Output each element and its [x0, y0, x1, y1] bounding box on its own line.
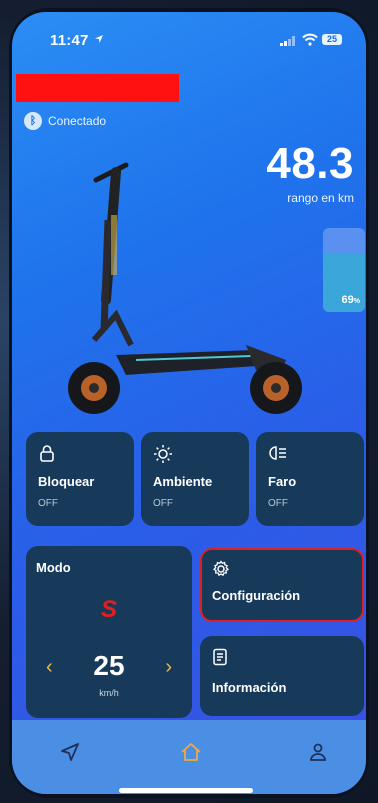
- headlight-title: Faro: [268, 474, 297, 489]
- info-label: Información: [212, 680, 287, 695]
- ambient-status: OFF: [153, 498, 173, 509]
- mode-title: Modo: [36, 560, 71, 575]
- background: 11:47 25 ᛒ Conectado 48.3 rango en km 69…: [0, 0, 378, 803]
- mode-card: Modo S ‹ 25 › km/h: [26, 546, 192, 718]
- headlight-icon: [269, 446, 286, 460]
- settings-label: Configuración: [212, 588, 301, 603]
- ambient-title: Ambiente: [153, 474, 213, 489]
- ambient-toggle[interactable]: Ambiente OFF: [141, 432, 249, 526]
- bluetooth-icon: ᛒ: [24, 112, 42, 130]
- gear-icon: [212, 560, 230, 577]
- info-button[interactable]: Información: [200, 636, 364, 716]
- mode-value[interactable]: S: [26, 596, 192, 624]
- redaction-bar: [16, 74, 179, 102]
- bottom-nav: [12, 720, 366, 794]
- lock-icon: [40, 445, 54, 462]
- navigation-icon[interactable]: [60, 742, 80, 762]
- battery-label: 69%: [341, 294, 360, 306]
- home-indicator[interactable]: [119, 788, 253, 793]
- status-bar: 11:47 25: [12, 12, 366, 56]
- scooter-image: [68, 162, 302, 414]
- status-battery: 25: [322, 34, 342, 45]
- settings-button[interactable]: Configuración: [200, 548, 364, 622]
- sun-icon: [154, 445, 172, 463]
- signal-icon: [280, 36, 295, 46]
- connection-status: ᛒ Conectado: [24, 112, 106, 130]
- profile-icon[interactable]: [308, 742, 328, 762]
- connection-label: Conectado: [48, 114, 107, 128]
- app-screen: 11:47 25 ᛒ Conectado 48.3 rango en km 69…: [12, 12, 366, 794]
- lock-status: OFF: [38, 498, 58, 509]
- wifi-icon: [302, 33, 318, 46]
- battery-gauge: 69%: [323, 228, 365, 312]
- headlight-status: OFF: [268, 498, 288, 509]
- headlight-toggle[interactable]: Faro OFF: [256, 432, 364, 526]
- location-icon: [95, 35, 103, 43]
- mode-next-button[interactable]: ›: [165, 656, 172, 679]
- lock-toggle[interactable]: Bloquear OFF: [26, 432, 134, 526]
- document-icon: [213, 648, 227, 666]
- lock-title: Bloquear: [38, 474, 95, 489]
- speed-unit: km/h: [99, 688, 119, 698]
- status-time: 11:47: [50, 32, 89, 49]
- home-icon[interactable]: [180, 742, 202, 762]
